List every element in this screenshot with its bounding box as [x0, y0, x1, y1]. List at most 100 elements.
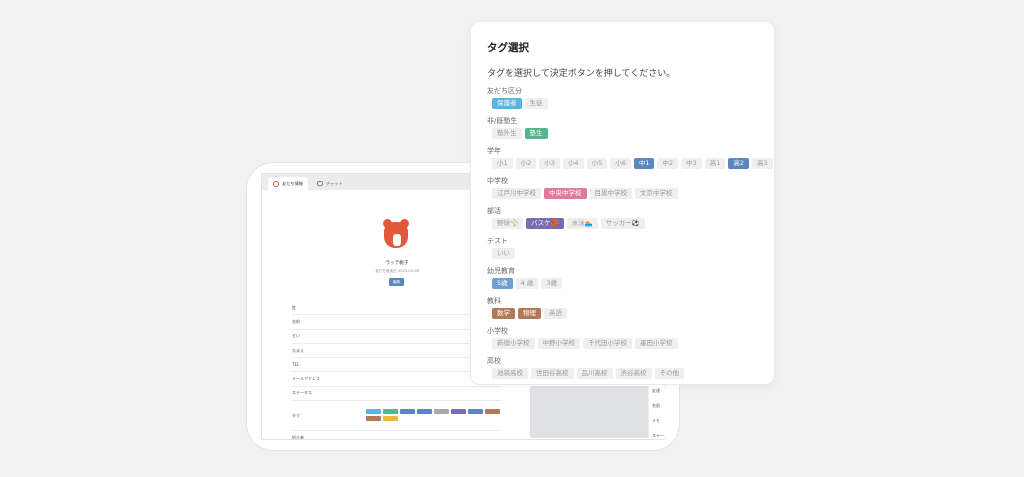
- tab-chat[interactable]: チャット: [312, 177, 348, 190]
- tag-chip[interactable]: 数学: [492, 308, 515, 319]
- profile-tag: [417, 409, 432, 414]
- tag-chip[interactable]: 小2: [515, 158, 537, 169]
- tag-chip[interactable]: 生徒: [524, 98, 548, 109]
- profile-tag: [434, 409, 449, 414]
- profile-field-label: 紹介者: [292, 434, 304, 440]
- bear-avatar-icon: [383, 219, 409, 249]
- tag-select-dialog: タグ選択 タグを選択して決定ボタンを押してください。 友だち区分 保護者 生徒 非/既…: [470, 21, 775, 385]
- tag-chip[interactable]: 中1: [633, 158, 655, 169]
- dialog-title: タグ選択: [487, 42, 529, 54]
- side-label: ステー: [652, 433, 664, 438]
- profile-tag: [400, 409, 415, 414]
- tag-chip[interactable]: 高1: [704, 158, 726, 169]
- tag-chip[interactable]: 野球⚾: [492, 218, 524, 229]
- profile-field-label: 名前: [292, 318, 300, 324]
- tag-chip[interactable]: 物理: [518, 308, 541, 319]
- tag-chip[interactable]: 塾生: [524, 128, 548, 139]
- tag-chip[interactable]: その他: [654, 368, 684, 379]
- tag-chip[interactable]: 5歳: [492, 278, 513, 289]
- profile-tag: [451, 409, 466, 414]
- tag-chip[interactable]: 中央中学校: [544, 188, 587, 199]
- tag-group-label: 部活: [487, 207, 501, 215]
- tag-chip[interactable]: 新宿小学校: [492, 338, 535, 349]
- tag-chip[interactable]: いい: [492, 248, 515, 259]
- tab-label: チャット: [325, 180, 343, 186]
- tag-chip[interactable]: 品川高校: [576, 368, 613, 379]
- profile-tag: [366, 409, 381, 414]
- tag-group: 高校池袋高校 世田谷高校 品川高校 渋谷高校 その他: [487, 356, 773, 379]
- tag-chip[interactable]: 中2: [657, 158, 679, 169]
- tag-group-label: 非/既塾生: [487, 117, 518, 125]
- profile-field-label: 姓: [292, 304, 296, 310]
- profile-field-label: なまえ: [292, 347, 304, 353]
- tag-chip[interactable]: 小3: [539, 158, 560, 169]
- tag-chip[interactable]: 水泳🏊: [566, 218, 598, 229]
- tag-chip[interactable]: 渋谷高校: [615, 368, 652, 379]
- profile-tag: [468, 409, 483, 414]
- tag-chip[interactable]: 高3: [752, 158, 773, 169]
- tag-group: 小学校新宿小学校 中野小学校 千代田小学校 墨田小学校: [487, 326, 773, 349]
- side-label: 名前: [652, 403, 660, 408]
- dialog-subtitle: タグを選択して決定ボタンを押してください。: [487, 69, 676, 79]
- tag-chip[interactable]: 墨田小学校: [635, 338, 678, 349]
- tag-chip[interactable]: 英語: [544, 308, 567, 319]
- tag-chip[interactable]: 池袋高校: [492, 368, 528, 379]
- background-panel: [530, 386, 648, 438]
- side-label: 友達: [652, 388, 660, 393]
- tag-groups: 友だち区分保護者 生徒 非/既塾生塾外生 塾生学年小1 小2 小3 小4 小5 小6 中1 中2 中3…: [487, 86, 773, 384]
- tag-chip[interactable]: 中3: [681, 158, 702, 169]
- tag-chip[interactable]: サッカー⚽: [600, 218, 645, 229]
- tag-group: 教科数学 物理 英語: [487, 296, 773, 319]
- side-panel: 友達 名前 メモ ステー: [648, 386, 676, 438]
- tag-group-label: 高校: [487, 357, 501, 365]
- profile-field-label: メールアドレス: [292, 376, 320, 382]
- profile-tag: [383, 409, 398, 414]
- tag-chip[interactable]: 高2: [728, 158, 750, 169]
- tag-group-label: 学年: [487, 147, 501, 155]
- profile-tag: [366, 416, 381, 421]
- tag-chip[interactable]: 塾外生: [492, 128, 522, 139]
- tag-chip[interactable]: 小4: [562, 158, 584, 169]
- side-label: メモ: [652, 418, 660, 423]
- tag-group: 友だち区分保護者 生徒: [487, 86, 773, 109]
- profile-field-label: タグ: [292, 412, 300, 418]
- tag-group: 非/既塾生塾外生 塾生: [487, 116, 773, 139]
- profile-field-label: ステータス: [292, 390, 312, 396]
- profile-tag-list: [366, 409, 501, 421]
- tag-group-label: 幼児教育: [487, 267, 515, 275]
- profile-field-label: せい: [292, 333, 300, 339]
- tag-chip[interactable]: 文京中学校: [635, 188, 678, 199]
- edit-button[interactable]: 編集: [389, 278, 404, 286]
- tag-group: 学年小1 小2 小3 小4 小5 小6 中1 中2 中3 高1 高2 高3: [487, 146, 773, 169]
- tag-group: 部活野球⚾ バスケ🏀 水泳🏊 サッカー⚽: [487, 206, 773, 229]
- tag-chip[interactable]: 4 歳: [515, 278, 539, 289]
- tag-chip[interactable]: 小5: [586, 158, 608, 169]
- tag-group-label: テスト: [487, 237, 508, 245]
- tag-chip[interactable]: 小1: [492, 158, 513, 169]
- chat-icon: [316, 181, 323, 186]
- tag-chip[interactable]: 目黒中学校: [589, 188, 632, 199]
- tag-chip[interactable]: 中野小学校: [537, 338, 580, 349]
- tag-group-label: 中学校: [487, 177, 508, 185]
- tab-label: 友だち情報: [282, 180, 303, 186]
- tag-group-label: 友だち区分: [487, 87, 522, 95]
- tag-chip[interactable]: 3歳: [541, 278, 562, 289]
- profile-field-row: 紹介者: [292, 431, 502, 440]
- tag-chip[interactable]: 江戸川中学校: [492, 188, 541, 199]
- tag-group: 幼児教育 5歳 4 歳 3歳: [487, 266, 773, 289]
- tag-chip[interactable]: 保護者: [492, 98, 522, 109]
- profile-field-label: TEL: [292, 362, 300, 368]
- tag-group: テストいい: [487, 236, 773, 259]
- tag-chip[interactable]: 小6: [610, 158, 631, 169]
- tag-group-label: 教科: [487, 297, 501, 305]
- profile-tag: [383, 416, 398, 421]
- bear-logo-icon: [273, 180, 279, 187]
- tag-group-label: 小学校: [487, 327, 508, 335]
- profile-tag: [485, 409, 500, 414]
- tag-chip[interactable]: 世田谷高校: [531, 368, 574, 379]
- tag-chip[interactable]: バスケ🏀: [526, 218, 564, 229]
- tag-chip[interactable]: 千代田小学校: [583, 338, 632, 349]
- tab-friend-info[interactable]: 友だち情報: [268, 177, 308, 190]
- profile-field-row: ステータス: [292, 387, 502, 402]
- tag-group: 中学校江戸川中学校 中央中学校 目黒中学校 文京中学校: [487, 176, 773, 199]
